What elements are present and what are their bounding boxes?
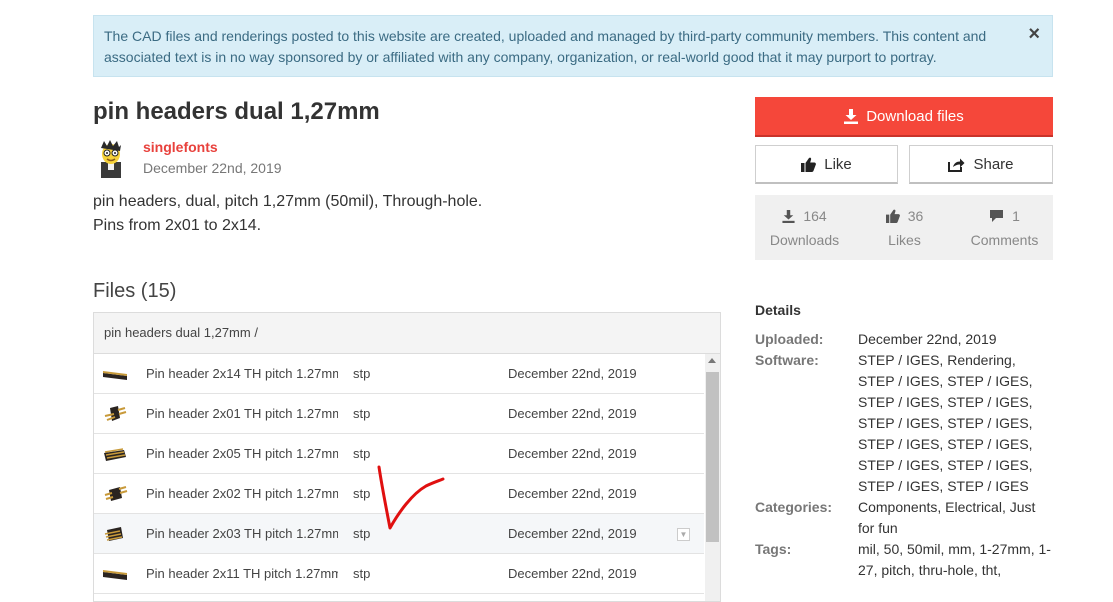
comments-stat: 1 Comments — [955, 195, 1054, 248]
scroll-up-arrow-icon[interactable] — [708, 358, 716, 363]
description-line: pin headers, dual, pitch 1,27mm (50mil),… — [93, 193, 483, 210]
download-icon — [782, 209, 795, 223]
file-name[interactable]: Pin header 2x11 TH pitch 1.27mm... — [146, 566, 338, 581]
likes-stat: 36 Likes — [855, 195, 954, 248]
file-name[interactable]: Pin header 2x03 TH pitch 1.27mm... — [146, 526, 338, 541]
download-files-button[interactable]: Download files — [755, 97, 1053, 137]
description: pin headers, dual, pitch 1,27mm (50mil),… — [93, 190, 482, 238]
share-icon — [948, 158, 965, 172]
file-date: December 22nd, 2019 — [508, 526, 637, 541]
file-type: stp — [353, 486, 371, 501]
pin-header-thumbnail — [104, 448, 126, 461]
software-value[interactable]: STEP / IGES, Rendering, STEP / IGES, STE… — [858, 350, 1054, 497]
file-name[interactable]: Pin header 2x01 TH pitch 1.27mm... — [146, 406, 338, 421]
pin-header-thumbnail — [104, 527, 123, 541]
pin-header-thumbnail — [103, 371, 127, 380]
likes-label: Likes — [888, 232, 921, 248]
software-label: Software: — [755, 352, 819, 368]
download-files-label: Download files — [866, 107, 964, 125]
comments-count: 1 — [1012, 208, 1020, 224]
description-line: Pins from 2x01 to 2x14. — [93, 217, 262, 234]
file-type: stp — [353, 526, 371, 541]
pin-header-thumbnail — [104, 406, 127, 421]
file-date: December 22nd, 2019 — [508, 406, 637, 421]
download-icon — [844, 108, 859, 124]
upload-date: December 22nd, 2019 — [143, 160, 282, 176]
pin-header-thumbnail — [103, 570, 127, 580]
file-name[interactable]: Pin header 2x02 TH pitch 1.27mm... — [146, 486, 338, 501]
file-row[interactable]: Pin header 2x11 TH pitch 1.27mm... stp D… — [94, 554, 704, 594]
share-button[interactable]: Share — [909, 145, 1053, 184]
breadcrumb[interactable]: pin headers dual 1,27mm / — [94, 313, 720, 354]
scrollbar-thumb[interactable] — [706, 372, 719, 542]
file-date: December 22nd, 2019 — [508, 486, 637, 501]
file-date: December 22nd, 2019 — [508, 566, 637, 581]
downloads-count: 164 — [803, 208, 827, 224]
files-heading: Files (15) — [93, 280, 177, 302]
thumbs-up-icon — [801, 157, 817, 172]
comment-icon — [990, 210, 1004, 222]
like-label: Like — [824, 155, 852, 173]
likes-count: 36 — [907, 208, 924, 224]
file-type: stp — [353, 366, 371, 381]
uploaded-value: December 22nd, 2019 — [858, 331, 997, 347]
file-name[interactable]: Pin header 2x05 TH pitch 1.27mm... — [146, 446, 338, 461]
categories-label: Categories: — [755, 499, 833, 515]
file-type: stp — [353, 406, 371, 421]
details-heading: Details — [755, 302, 801, 318]
tags-label: Tags: — [755, 541, 792, 557]
uploaded-label: Uploaded: — [755, 331, 824, 347]
disclaimer-banner: The CAD files and renderings posted to t… — [93, 15, 1053, 77]
file-type: stp — [353, 566, 371, 581]
chevron-down-icon[interactable]: ▼ — [677, 528, 690, 541]
author-link[interactable]: singlefonts — [143, 139, 218, 155]
file-row[interactable]: Pin header 2x01 TH pitch 1.27mm... stp D… — [94, 394, 704, 434]
downloads-stat: 164 Downloads — [755, 195, 854, 248]
share-label: Share — [973, 155, 1014, 173]
tags-value[interactable]: mil, 50, 50mil, mm, 1-27mm, 1-27, pitch,… — [858, 539, 1054, 581]
file-name[interactable]: Pin header 2x14 TH pitch 1.27mm... — [146, 366, 338, 381]
like-button[interactable]: Like — [755, 145, 898, 184]
thumbs-up-icon — [885, 209, 900, 223]
file-row[interactable]: Pin header 2x14 TH pitch 1.27mm... stp D… — [94, 354, 704, 394]
scrollbar[interactable] — [705, 354, 720, 601]
disclaimer-text: The CAD files and renderings posted to t… — [104, 28, 987, 65]
categories-value[interactable]: Components, Electrical, Just for fun — [858, 497, 1054, 539]
close-icon[interactable]: × — [1028, 24, 1040, 44]
comments-label: Comments — [970, 232, 1039, 248]
pin-header-thumbnail — [104, 486, 128, 501]
downloads-label: Downloads — [769, 232, 840, 248]
avatar[interactable] — [95, 140, 127, 178]
file-type: stp — [353, 446, 371, 461]
files-list: pin headers dual 1,27mm / Pin header 2x1… — [93, 312, 721, 602]
stats-panel: 164 Downloads 36 Likes 1 Comments — [755, 195, 1053, 260]
page-title: pin headers dual 1,27mm — [93, 98, 380, 125]
checkmark-annotation — [377, 465, 445, 530]
file-date: December 22nd, 2019 — [508, 366, 637, 381]
file-date: December 22nd, 2019 — [508, 446, 637, 461]
